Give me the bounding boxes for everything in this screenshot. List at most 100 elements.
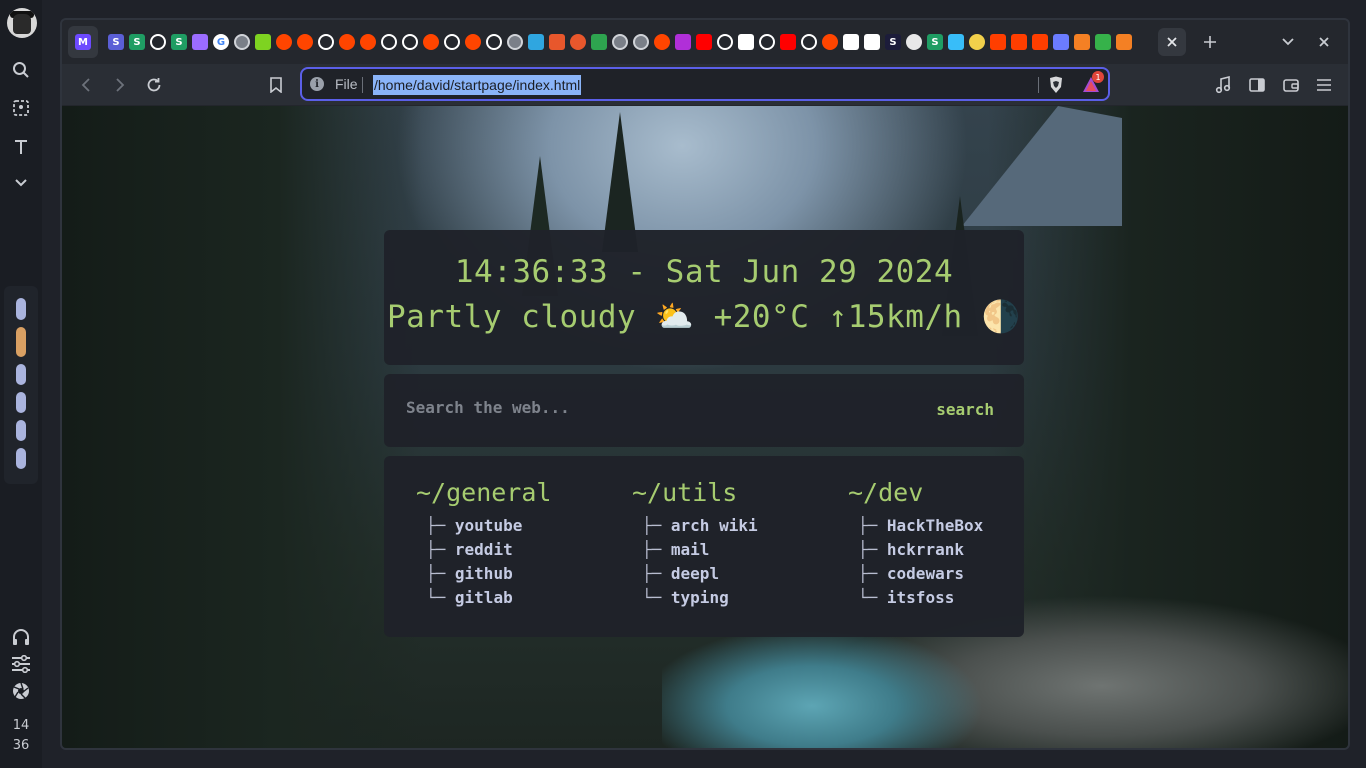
browser-tab[interactable] — [463, 26, 483, 58]
wallet-icon[interactable] — [1276, 70, 1306, 100]
bookmark-link-mail[interactable]: ├─ mail — [632, 540, 832, 564]
link-label[interactable]: reddit — [455, 540, 513, 559]
browser-tab[interactable] — [904, 26, 924, 58]
browser-tab[interactable] — [631, 26, 651, 58]
browser-tab[interactable] — [988, 26, 1008, 58]
reload-button[interactable] — [139, 70, 169, 100]
search-input[interactable]: Search the web... — [406, 398, 886, 422]
browser-tab[interactable] — [652, 26, 672, 58]
browser-tab[interactable] — [1072, 26, 1092, 58]
back-button[interactable] — [71, 70, 101, 100]
browser-tab[interactable] — [253, 26, 273, 58]
browser-tab[interactable] — [379, 26, 399, 58]
browser-tab[interactable] — [1009, 26, 1029, 58]
workspace-3[interactable] — [16, 364, 26, 385]
forward-button[interactable] — [105, 70, 135, 100]
bookmark-link-reddit[interactable]: ├─ reddit — [416, 540, 616, 564]
link-label[interactable]: HackTheBox — [887, 516, 983, 535]
aperture-icon[interactable] — [6, 676, 36, 706]
browser-tab[interactable] — [967, 26, 987, 58]
browser-tab[interactable] — [946, 26, 966, 58]
url-input[interactable]: /home/david/startpage/index.html — [373, 75, 582, 95]
bookmark-link-deepl[interactable]: ├─ deepl — [632, 564, 832, 588]
link-label[interactable]: deepl — [671, 564, 719, 583]
browser-tab[interactable] — [274, 26, 294, 58]
link-label[interactable]: hckrrank — [887, 540, 964, 559]
browser-tab[interactable] — [589, 26, 609, 58]
browser-tab[interactable] — [442, 26, 462, 58]
browser-tab[interactable] — [316, 26, 336, 58]
address-bar[interactable]: i File /home/david/startpage/index.html … — [300, 67, 1110, 101]
workspace-5[interactable] — [16, 420, 26, 441]
link-label[interactable]: gitlab — [455, 588, 513, 607]
browser-tab[interactable] — [505, 26, 525, 58]
info-icon[interactable]: i — [310, 77, 324, 91]
browser-tab[interactable] — [484, 26, 504, 58]
sliders-icon[interactable] — [6, 649, 36, 679]
search-button[interactable]: search — [936, 400, 994, 419]
browser-tab[interactable]: M — [68, 26, 98, 58]
browser-tab[interactable]: G — [211, 26, 231, 58]
link-label[interactable]: arch wiki — [671, 516, 758, 535]
workspace-4[interactable] — [16, 392, 26, 413]
sidebar-toggle-icon[interactable] — [1242, 70, 1272, 100]
screenshot-icon[interactable] — [6, 93, 36, 123]
link-label[interactable]: youtube — [455, 516, 522, 535]
bookmark-link-hckrrank[interactable]: ├─ hckrrank — [848, 540, 1048, 564]
browser-tab[interactable]: S — [106, 26, 126, 58]
browser-tab[interactable]: S — [883, 26, 903, 58]
browser-tab[interactable]: S — [169, 26, 189, 58]
link-label[interactable]: mail — [671, 540, 710, 559]
bookmark-link-github[interactable]: ├─ github — [416, 564, 616, 588]
menu-icon[interactable] — [1309, 70, 1339, 100]
browser-tab[interactable] — [190, 26, 210, 58]
browser-tab[interactable] — [148, 26, 168, 58]
user-avatar[interactable] — [7, 8, 37, 38]
link-label[interactable]: codewars — [887, 564, 964, 583]
headphones-icon[interactable] — [6, 622, 36, 652]
chevron-down-icon[interactable] — [6, 168, 36, 198]
browser-tab[interactable] — [862, 26, 882, 58]
bookmark-link-hackthebox[interactable]: ├─ HackTheBox — [848, 516, 1048, 540]
link-label[interactable]: github — [455, 564, 513, 583]
browser-tab[interactable] — [568, 26, 588, 58]
browser-tab[interactable] — [400, 26, 420, 58]
browser-tab[interactable] — [337, 26, 357, 58]
new-tab-button[interactable] — [1196, 28, 1224, 56]
browser-tab[interactable] — [547, 26, 567, 58]
browser-tab[interactable] — [736, 26, 756, 58]
browser-tab[interactable] — [673, 26, 693, 58]
browser-tab[interactable] — [694, 26, 714, 58]
browser-tab[interactable] — [757, 26, 777, 58]
browser-tab[interactable]: S — [925, 26, 945, 58]
bookmark-icon[interactable] — [261, 70, 291, 100]
close-window-button[interactable] — [1310, 28, 1338, 56]
workspace-6[interactable] — [16, 448, 26, 469]
browser-tab[interactable] — [841, 26, 861, 58]
link-label[interactable]: itsfoss — [887, 588, 954, 607]
brave-shields-icon[interactable] — [1048, 76, 1064, 94]
browser-tab[interactable] — [1093, 26, 1113, 58]
bookmark-link-typing[interactable]: └─ typing — [632, 588, 832, 612]
browser-tab[interactable] — [799, 26, 819, 58]
browser-tab[interactable] — [358, 26, 378, 58]
bookmark-link-codewars[interactable]: ├─ codewars — [848, 564, 1048, 588]
link-label[interactable]: typing — [671, 588, 729, 607]
tab-list-chevron-icon[interactable] — [1274, 28, 1302, 56]
bookmark-link-youtube[interactable]: ├─ youtube — [416, 516, 616, 540]
browser-tab[interactable] — [1030, 26, 1050, 58]
workspace-1[interactable] — [16, 298, 26, 320]
browser-tab[interactable] — [421, 26, 441, 58]
browser-tab[interactable] — [526, 26, 546, 58]
browser-tab[interactable] — [610, 26, 630, 58]
browser-tab[interactable] — [715, 26, 735, 58]
browser-tab[interactable] — [778, 26, 798, 58]
browser-tab[interactable] — [1114, 26, 1134, 58]
search-icon[interactable] — [6, 55, 36, 85]
bookmark-link-arch-wiki[interactable]: ├─ arch wiki — [632, 516, 832, 540]
workspace-2-active[interactable] — [16, 327, 26, 357]
browser-tab[interactable] — [820, 26, 840, 58]
browser-tab[interactable]: S — [127, 26, 147, 58]
bookmark-link-gitlab[interactable]: └─ gitlab — [416, 588, 616, 612]
browser-tab[interactable] — [232, 26, 252, 58]
